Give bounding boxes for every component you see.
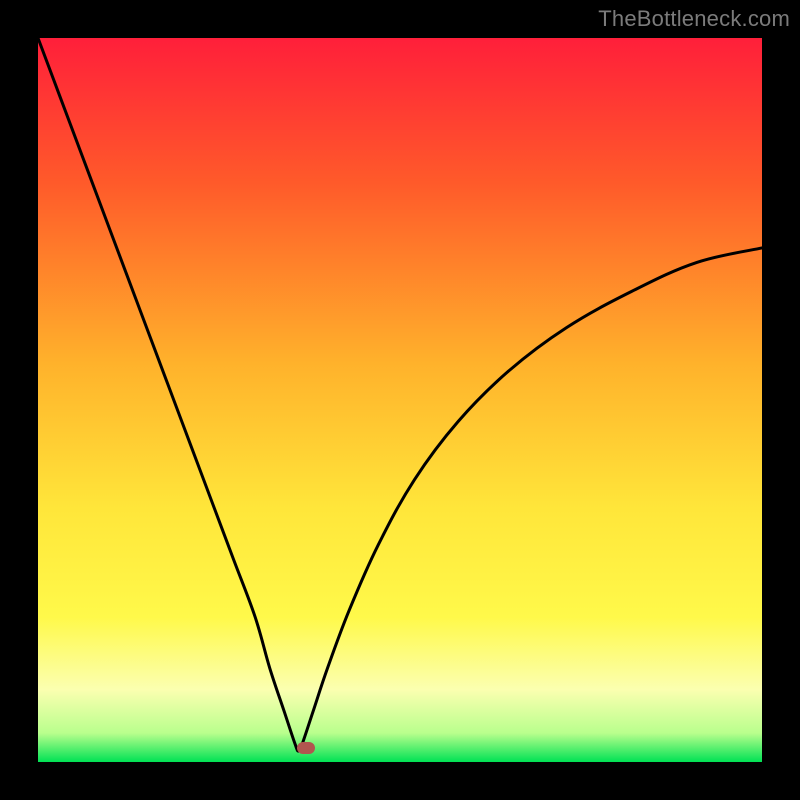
watermark-text: TheBottleneck.com xyxy=(598,6,790,32)
bottleneck-curve xyxy=(38,38,762,762)
optimal-point-marker xyxy=(297,742,315,754)
chart-frame: TheBottleneck.com xyxy=(0,0,800,800)
